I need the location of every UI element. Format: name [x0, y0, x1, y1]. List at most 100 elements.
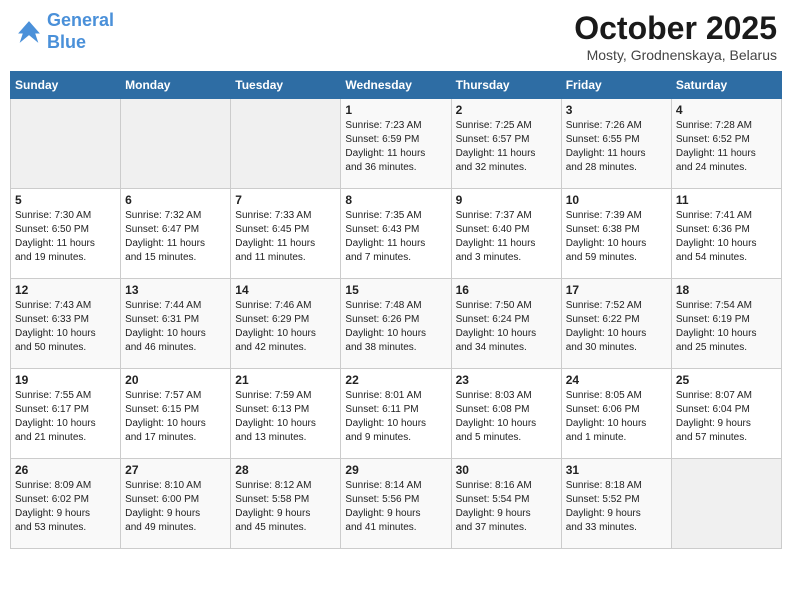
day-info: Sunrise: 8:18 AM Sunset: 5:52 PM Dayligh…: [566, 479, 667, 535]
calendar-cell: 10 Sunrise: 7:39 AM Sunset: 6:38 PM Dayli…: [561, 189, 671, 279]
calendar-cell: 24 Sunrise: 8:05 AM Sunset: 6:06 PM Dayli…: [561, 369, 671, 459]
day-info: Sunrise: 7:52 AM Sunset: 6:22 PM Dayligh…: [566, 299, 667, 355]
calendar-week-2: 12 Sunrise: 7:43 AM Sunset: 6:33 PM Dayli…: [11, 279, 782, 369]
logo-text: General Blue: [47, 10, 114, 53]
day-number: 22: [345, 373, 446, 387]
day-number: 1: [345, 103, 446, 117]
calendar-cell: 5 Sunrise: 7:30 AM Sunset: 6:50 PM Daylig…: [11, 189, 121, 279]
day-number: 17: [566, 283, 667, 297]
calendar-week-4: 26 Sunrise: 8:09 AM Sunset: 6:02 PM Dayli…: [11, 459, 782, 549]
day-info: Sunrise: 8:09 AM Sunset: 6:02 PM Dayligh…: [15, 479, 116, 535]
calendar-cell: 12 Sunrise: 7:43 AM Sunset: 6:33 PM Dayli…: [11, 279, 121, 369]
day-info: Sunrise: 7:25 AM Sunset: 6:57 PM Dayligh…: [456, 119, 557, 175]
day-number: 11: [676, 193, 777, 207]
day-info: Sunrise: 7:35 AM Sunset: 6:43 PM Dayligh…: [345, 209, 446, 265]
day-number: 26: [15, 463, 116, 477]
calendar-cell: 17 Sunrise: 7:52 AM Sunset: 6:22 PM Dayli…: [561, 279, 671, 369]
day-number: 31: [566, 463, 667, 477]
calendar-cell: 8 Sunrise: 7:35 AM Sunset: 6:43 PM Daylig…: [341, 189, 451, 279]
page-header: General Blue October 2025 Mosty, Grodnen…: [10, 10, 782, 63]
day-info: Sunrise: 7:48 AM Sunset: 6:26 PM Dayligh…: [345, 299, 446, 355]
day-info: Sunrise: 7:30 AM Sunset: 6:50 PM Dayligh…: [15, 209, 116, 265]
day-number: 30: [456, 463, 557, 477]
day-info: Sunrise: 8:01 AM Sunset: 6:11 PM Dayligh…: [345, 389, 446, 445]
day-number: 16: [456, 283, 557, 297]
calendar-cell: 25 Sunrise: 8:07 AM Sunset: 6:04 PM Dayli…: [671, 369, 781, 459]
calendar-cell: [671, 459, 781, 549]
day-number: 27: [125, 463, 226, 477]
day-number: 6: [125, 193, 226, 207]
month-title: October 2025: [574, 10, 777, 47]
logo: General Blue: [15, 10, 114, 53]
day-number: 10: [566, 193, 667, 207]
day-number: 19: [15, 373, 116, 387]
header-tuesday: Tuesday: [231, 72, 341, 99]
calendar-cell: 11 Sunrise: 7:41 AM Sunset: 6:36 PM Dayli…: [671, 189, 781, 279]
day-info: Sunrise: 8:12 AM Sunset: 5:58 PM Dayligh…: [235, 479, 336, 535]
day-info: Sunrise: 8:14 AM Sunset: 5:56 PM Dayligh…: [345, 479, 446, 535]
calendar-header-row: SundayMondayTuesdayWednesdayThursdayFrid…: [11, 72, 782, 99]
day-info: Sunrise: 8:07 AM Sunset: 6:04 PM Dayligh…: [676, 389, 777, 445]
calendar-cell: 30 Sunrise: 8:16 AM Sunset: 5:54 PM Dayli…: [451, 459, 561, 549]
day-info: Sunrise: 7:41 AM Sunset: 6:36 PM Dayligh…: [676, 209, 777, 265]
calendar-cell: [231, 99, 341, 189]
day-number: 5: [15, 193, 116, 207]
header-thursday: Thursday: [451, 72, 561, 99]
day-number: 8: [345, 193, 446, 207]
day-number: 12: [15, 283, 116, 297]
day-number: 25: [676, 373, 777, 387]
calendar-cell: [121, 99, 231, 189]
calendar-cell: 1Sunrise: 7:23 AM Sunset: 6:59 PM Daylig…: [341, 99, 451, 189]
calendar-cell: 19Sunrise: 7:55 AM Sunset: 6:17 PM Dayli…: [11, 369, 121, 459]
day-info: Sunrise: 7:39 AM Sunset: 6:38 PM Dayligh…: [566, 209, 667, 265]
calendar-cell: 7Sunrise: 7:33 AM Sunset: 6:45 PM Daylig…: [231, 189, 341, 279]
day-info: Sunrise: 7:28 AM Sunset: 6:52 PM Dayligh…: [676, 119, 777, 175]
day-number: 2: [456, 103, 557, 117]
day-number: 21: [235, 373, 336, 387]
header-sunday: Sunday: [11, 72, 121, 99]
calendar-table: SundayMondayTuesdayWednesdayThursdayFrid…: [10, 71, 782, 549]
calendar-cell: 27Sunrise: 8:10 AM Sunset: 6:00 PM Dayli…: [121, 459, 231, 549]
day-info: Sunrise: 7:54 AM Sunset: 6:19 PM Dayligh…: [676, 299, 777, 355]
day-number: 3: [566, 103, 667, 117]
day-info: Sunrise: 7:43 AM Sunset: 6:33 PM Dayligh…: [15, 299, 116, 355]
calendar-cell: 29Sunrise: 8:14 AM Sunset: 5:56 PM Dayli…: [341, 459, 451, 549]
calendar-cell: 9 Sunrise: 7:37 AM Sunset: 6:40 PM Daylig…: [451, 189, 561, 279]
day-number: 28: [235, 463, 336, 477]
header-friday: Friday: [561, 72, 671, 99]
calendar-cell: 16 Sunrise: 7:50 AM Sunset: 6:24 PM Dayli…: [451, 279, 561, 369]
day-info: Sunrise: 8:03 AM Sunset: 6:08 PM Dayligh…: [456, 389, 557, 445]
calendar-cell: 13 Sunrise: 7:44 AM Sunset: 6:31 PM Dayli…: [121, 279, 231, 369]
day-info: Sunrise: 8:05 AM Sunset: 6:06 PM Dayligh…: [566, 389, 667, 445]
calendar-cell: 18 Sunrise: 7:54 AM Sunset: 6:19 PM Dayli…: [671, 279, 781, 369]
day-number: 15: [345, 283, 446, 297]
day-info: Sunrise: 7:32 AM Sunset: 6:47 PM Dayligh…: [125, 209, 226, 265]
day-info: Sunrise: 8:16 AM Sunset: 5:54 PM Dayligh…: [456, 479, 557, 535]
day-number: 9: [456, 193, 557, 207]
day-info: Sunrise: 7:37 AM Sunset: 6:40 PM Dayligh…: [456, 209, 557, 265]
day-number: 23: [456, 373, 557, 387]
calendar-cell: 31 Sunrise: 8:18 AM Sunset: 5:52 PM Dayli…: [561, 459, 671, 549]
calendar-cell: 2 Sunrise: 7:25 AM Sunset: 6:57 PM Daylig…: [451, 99, 561, 189]
calendar-cell: 6 Sunrise: 7:32 AM Sunset: 6:47 PM Daylig…: [121, 189, 231, 279]
location-subtitle: Mosty, Grodnenskaya, Belarus: [574, 47, 777, 63]
day-number: 18: [676, 283, 777, 297]
calendar-cell: 15 Sunrise: 7:48 AM Sunset: 6:26 PM Dayli…: [341, 279, 451, 369]
header-monday: Monday: [121, 72, 231, 99]
calendar-cell: 23 Sunrise: 8:03 AM Sunset: 6:08 PM Dayli…: [451, 369, 561, 459]
day-number: 20: [125, 373, 226, 387]
title-block: October 2025 Mosty, Grodnenskaya, Belaru…: [574, 10, 777, 63]
calendar-cell: 4Sunrise: 7:28 AM Sunset: 6:52 PM Daylig…: [671, 99, 781, 189]
calendar-cell: 3Sunrise: 7:26 AM Sunset: 6:55 PM Daylig…: [561, 99, 671, 189]
day-number: 13: [125, 283, 226, 297]
day-info: Sunrise: 7:33 AM Sunset: 6:45 PM Dayligh…: [235, 209, 336, 265]
calendar-week-3: 19Sunrise: 7:55 AM Sunset: 6:17 PM Dayli…: [11, 369, 782, 459]
day-info: Sunrise: 7:44 AM Sunset: 6:31 PM Dayligh…: [125, 299, 226, 355]
day-info: Sunrise: 7:46 AM Sunset: 6:29 PM Dayligh…: [235, 299, 336, 355]
day-number: 24: [566, 373, 667, 387]
calendar-cell: 21Sunrise: 7:59 AM Sunset: 6:13 PM Dayli…: [231, 369, 341, 459]
header-saturday: Saturday: [671, 72, 781, 99]
calendar-week-0: 1Sunrise: 7:23 AM Sunset: 6:59 PM Daylig…: [11, 99, 782, 189]
day-info: Sunrise: 7:50 AM Sunset: 6:24 PM Dayligh…: [456, 299, 557, 355]
logo-icon: [15, 18, 43, 46]
